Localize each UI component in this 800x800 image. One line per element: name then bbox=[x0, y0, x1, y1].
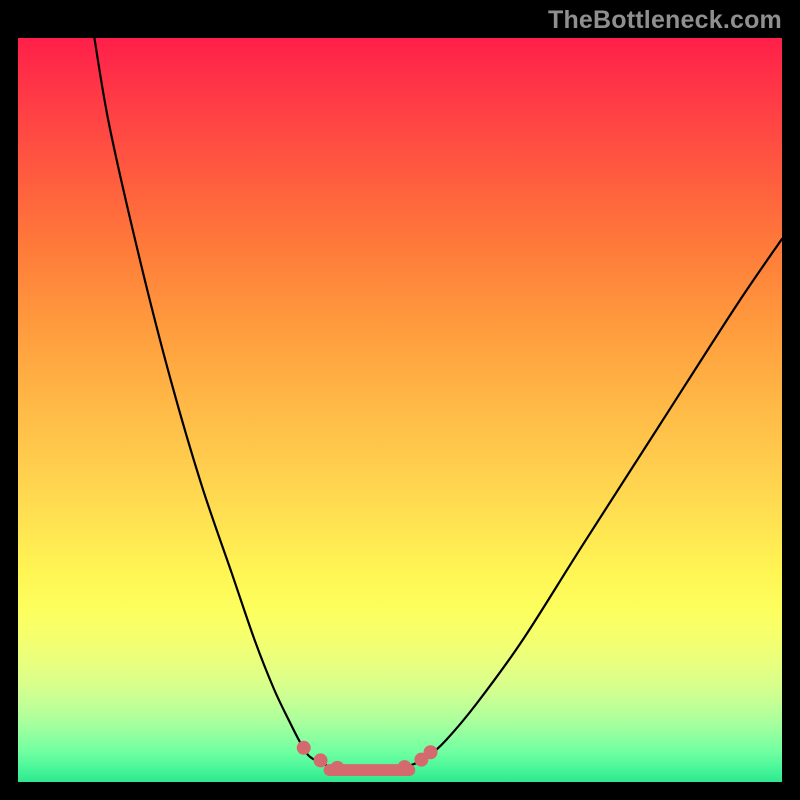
trough-marker bbox=[424, 745, 438, 759]
chart-frame: TheBottleneck.com bbox=[0, 0, 800, 800]
trough-marker bbox=[330, 761, 344, 775]
watermark-text: TheBottleneck.com bbox=[548, 6, 782, 35]
trough-marker bbox=[314, 753, 328, 767]
trough-marker bbox=[398, 760, 412, 774]
plot-area bbox=[18, 38, 782, 782]
trough-marker bbox=[297, 741, 311, 755]
bottleneck-curve bbox=[94, 38, 782, 771]
curve-layer bbox=[18, 38, 782, 782]
